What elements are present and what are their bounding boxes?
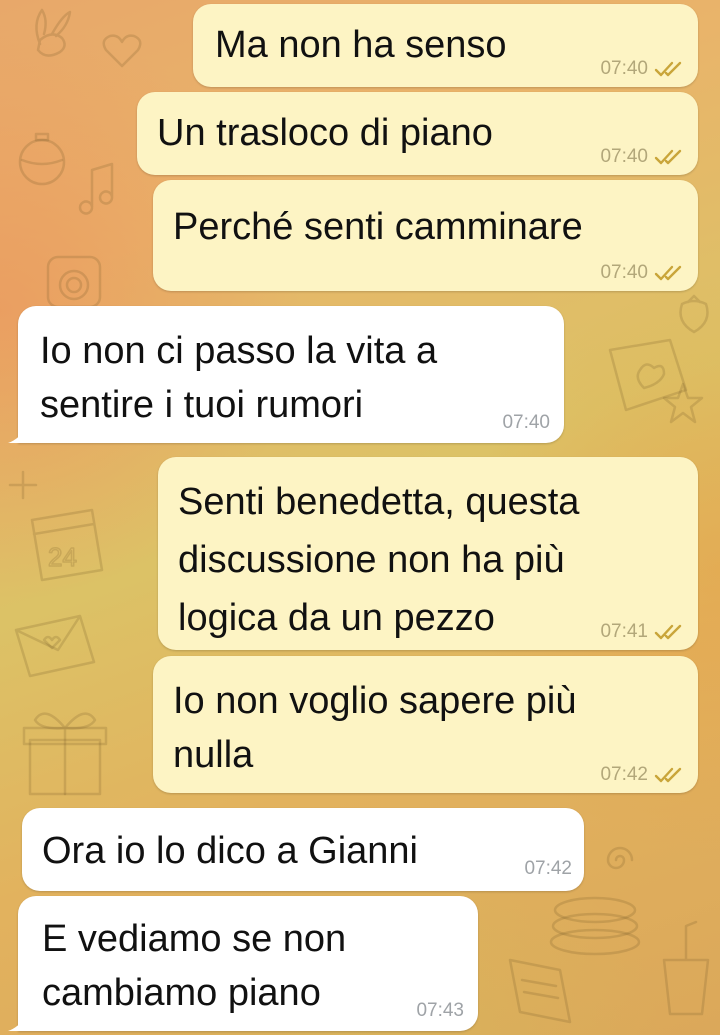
message-text: Ora io lo dico a Gianni <box>42 830 418 872</box>
message-time: 07:42 <box>600 764 648 785</box>
message-bubble-outgoing[interactable]: Senti benedetta, questa discussione non … <box>158 457 698 650</box>
message-time: 07:43 <box>416 1000 464 1021</box>
message-text: Senti benedetta, questa discussione non … <box>178 481 580 639</box>
message-meta: 07:43 <box>416 1001 464 1021</box>
message-time: 07:41 <box>600 621 648 642</box>
message-meta: 07:42 <box>524 859 572 879</box>
message-list[interactable]: Ma non ha senso 07:40 Un trasloco di pia… <box>0 0 720 1035</box>
double-check-icon <box>654 148 686 166</box>
double-check-icon <box>654 60 686 78</box>
message-bubble-outgoing[interactable]: Un trasloco di piano 07:40 <box>137 92 698 175</box>
double-check-icon <box>654 264 686 282</box>
message-bubble-incoming[interactable]: Ora io lo dico a Gianni 07:42 <box>22 808 584 891</box>
message-bubble-outgoing[interactable]: Ma non ha senso 07:40 <box>193 4 698 87</box>
message-time: 07:40 <box>600 146 648 167</box>
message-text: Io non ci passo la vita a sentire i tuoi… <box>40 330 438 426</box>
message-time: 07:42 <box>524 858 572 879</box>
message-time: 07:40 <box>600 262 648 283</box>
message-time: 07:40 <box>502 412 550 433</box>
message-text: E vediamo se non cambiamo piano <box>42 918 347 1014</box>
message-text: Perché senti camminare <box>173 206 583 248</box>
message-text: Io non voglio sapere più nulla <box>173 680 577 776</box>
message-bubble-incoming[interactable]: Io non ci passo la vita a sentire i tuoi… <box>8 306 564 443</box>
message-meta: 07:41 <box>600 622 686 642</box>
bubble-tail <box>8 1011 30 1031</box>
bubble-tail <box>8 423 30 443</box>
message-bubble-outgoing[interactable]: Io non voglio sapere più nulla 07:42 <box>153 656 698 793</box>
message-meta: 07:40 <box>600 263 686 283</box>
message-time: 07:40 <box>600 58 648 79</box>
message-meta: 07:40 <box>600 59 686 79</box>
message-meta: 07:40 <box>600 147 686 167</box>
message-text: Ma non ha senso <box>215 24 507 66</box>
message-text: Un trasloco di piano <box>157 112 493 154</box>
message-bubble-incoming[interactable]: E vediamo se non cambiamo piano 07:43 <box>8 896 478 1031</box>
message-meta: 07:42 <box>600 765 686 785</box>
message-bubble-outgoing[interactable]: Perché senti camminare 07:40 <box>153 180 698 291</box>
double-check-icon <box>654 623 686 641</box>
double-check-icon <box>654 766 686 784</box>
message-meta: 07:40 <box>502 413 550 433</box>
